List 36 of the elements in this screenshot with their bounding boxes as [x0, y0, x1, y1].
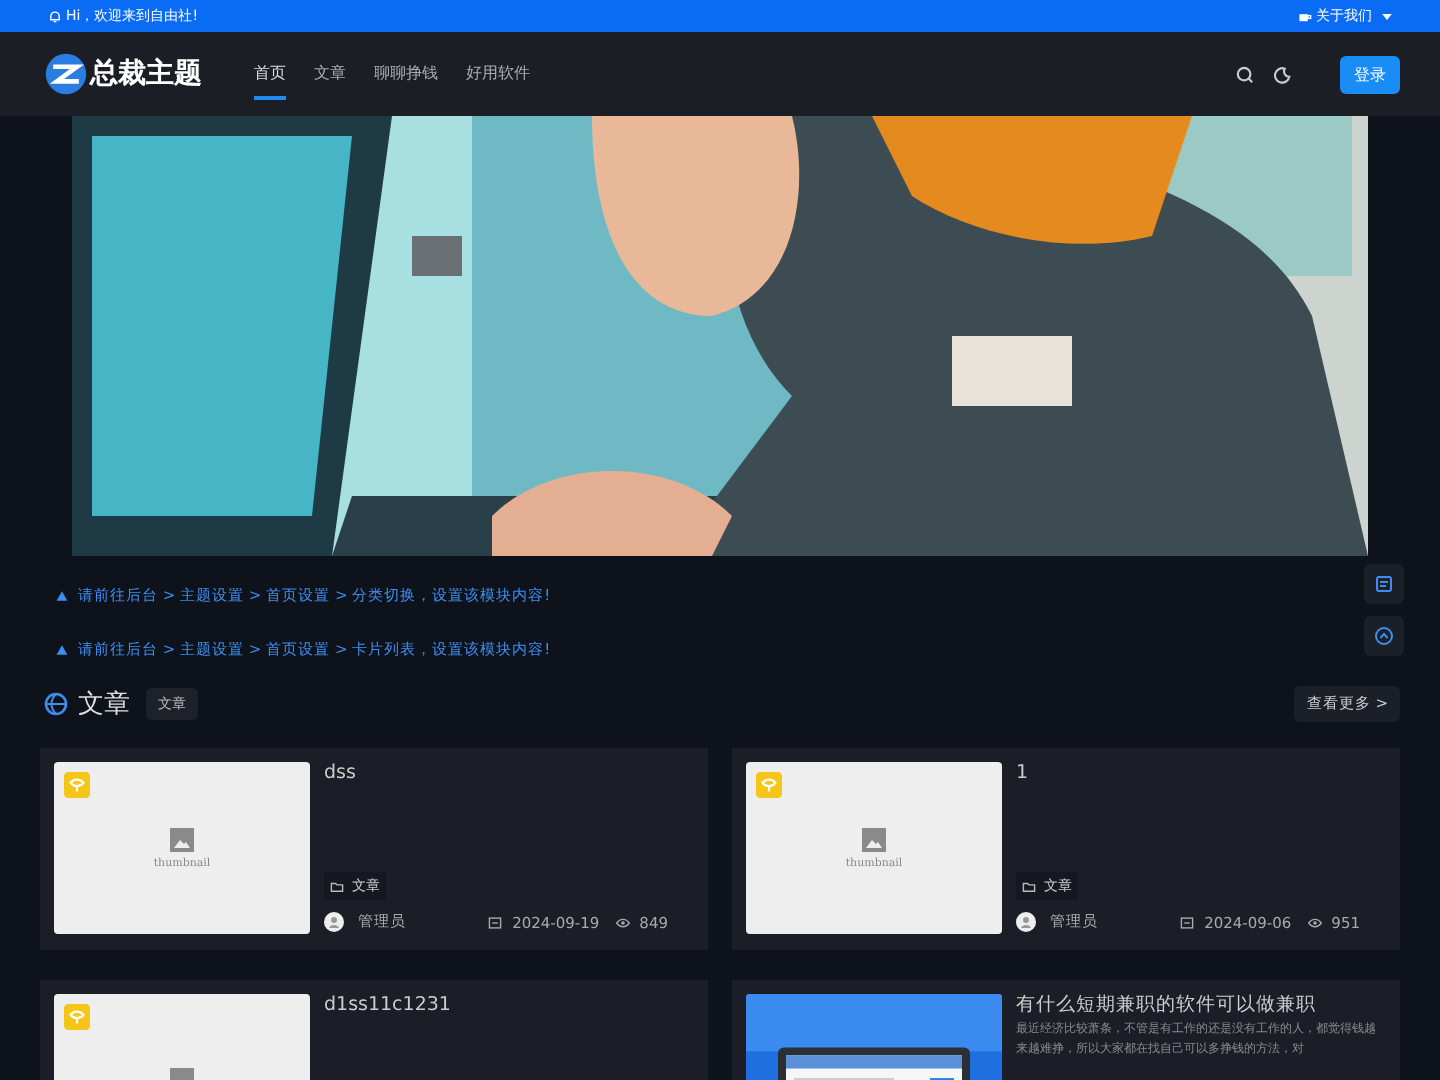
image-icon	[170, 827, 194, 851]
post-card[interactable]: d1ss11c1231	[40, 980, 708, 1080]
search-icon[interactable]	[1236, 65, 1254, 83]
calendar-icon	[1180, 915, 1195, 929]
nav-tab[interactable]: 首页	[254, 49, 286, 99]
nav-tab[interactable]: 聊聊挣钱	[374, 49, 438, 99]
cup-icon	[1298, 9, 1312, 23]
eye-icon	[615, 915, 630, 929]
badge-icon	[756, 772, 782, 798]
warning-icon	[56, 589, 68, 601]
image-icon	[862, 827, 886, 851]
badge-icon	[64, 1004, 90, 1030]
note-icon	[1374, 574, 1394, 594]
post-title[interactable]: dss	[324, 762, 694, 785]
post-title[interactable]: 有什么短期兼职的软件可以做兼职	[1016, 994, 1386, 1017]
calendar-icon	[488, 915, 503, 929]
logo-text[interactable]: 总裁主题	[90, 56, 202, 92]
bell-icon	[48, 9, 62, 23]
avatar-icon	[1016, 912, 1036, 932]
eye-icon	[1307, 915, 1322, 929]
nav-tab[interactable]: 好用软件	[466, 49, 530, 99]
nav-tab[interactable]: 文章	[314, 49, 346, 99]
back-to-top-button[interactable]	[1364, 616, 1404, 656]
notes-button[interactable]	[1364, 564, 1404, 604]
chevron-up-icon	[1374, 626, 1394, 646]
warning-icon	[56, 643, 68, 655]
avatar-icon	[324, 912, 344, 932]
folder-icon	[1022, 879, 1036, 893]
logo-icon	[44, 52, 88, 96]
badge-icon	[64, 772, 90, 798]
folder-icon	[330, 879, 344, 893]
moon-icon[interactable]	[1274, 65, 1292, 83]
post-title[interactable]: d1ss11c1231	[324, 994, 694, 1017]
post-title[interactable]: 1	[1016, 762, 1386, 785]
section-title: 文章	[78, 688, 130, 722]
caret-icon	[1382, 13, 1392, 19]
